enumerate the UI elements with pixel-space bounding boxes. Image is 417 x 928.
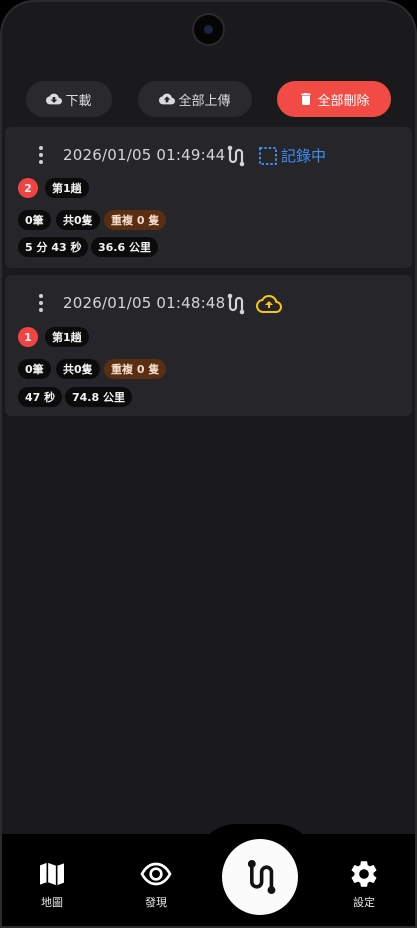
record-timestamp: 2026/01/05 01:49:44 xyxy=(63,146,226,164)
trash-icon xyxy=(301,93,312,105)
cloud-upload-icon xyxy=(159,93,176,105)
nav-item-map[interactable]: 地圖 xyxy=(22,858,82,910)
nav-label-settings: 設定 xyxy=(353,896,375,909)
index-badge: 2 xyxy=(18,178,38,198)
record-route-button[interactable] xyxy=(222,839,298,915)
duplicate-badge: 重複 0 隻 xyxy=(104,359,167,379)
recording-frame-icon xyxy=(259,146,277,165)
nav-item-settings[interactable]: 設定 xyxy=(334,858,394,910)
total-badge: 共0隻 xyxy=(56,210,100,230)
delete-all-label: 全部刪除 xyxy=(317,93,370,109)
gear-icon xyxy=(351,861,377,887)
nav-item-discover[interactable]: 發現 xyxy=(126,858,186,910)
cloud-download-icon xyxy=(46,93,63,105)
duration-badge: 5 分 43 秒 xyxy=(18,237,89,257)
download-label: 下載 xyxy=(65,93,92,109)
record-card[interactable]: 2026/01/05 01:49:44 記錄中 2 第1趟 0筆 共0隻 重複 … xyxy=(5,127,412,268)
upload-all-button[interactable]: 全部上傳 xyxy=(138,81,252,117)
trip-badge: 第1趟 xyxy=(45,178,89,198)
recording-status: 記錄中 xyxy=(258,145,326,166)
duration-badge: 47 秒 xyxy=(18,387,63,407)
cloud-upload-icon[interactable] xyxy=(256,292,282,316)
delete-all-button[interactable]: 全部刪除 xyxy=(277,81,391,117)
nav-label-map: 地圖 xyxy=(41,896,63,909)
upload-all-label: 全部上傳 xyxy=(178,93,231,109)
total-badge: 共0隻 xyxy=(56,359,100,379)
duplicate-badge: 重複 0 隻 xyxy=(104,210,167,230)
nav-label-discover: 發現 xyxy=(145,896,167,909)
route-icon[interactable] xyxy=(225,293,245,315)
distance-badge: 36.6 公里 xyxy=(91,237,158,257)
action-bar: 下載 全部上傳 全部刪除 xyxy=(0,81,417,119)
map-icon xyxy=(40,862,64,886)
download-button[interactable]: 下載 xyxy=(26,81,112,117)
status-label: 記錄中 xyxy=(281,147,327,165)
more-options-icon[interactable] xyxy=(35,294,47,314)
front-camera xyxy=(194,15,223,44)
record-timestamp: 2026/01/05 01:48:48 xyxy=(63,294,226,312)
eye-icon xyxy=(140,862,172,886)
count-badge: 0筆 xyxy=(18,359,51,379)
trip-badge: 第1趟 xyxy=(45,327,89,347)
app-screen: 下載 全部上傳 全部刪除 2026/01/05 01:49:44 記錄中 2 第… xyxy=(0,0,417,928)
route-icon xyxy=(247,859,276,895)
record-card[interactable]: 2026/01/05 01:48:48 1 第1趟 0筆 共0隻 重複 0 隻 … xyxy=(5,275,412,416)
count-badge: 0筆 xyxy=(18,210,51,230)
distance-badge: 74.8 公里 xyxy=(65,387,132,407)
route-icon[interactable] xyxy=(225,145,245,167)
index-badge: 1 xyxy=(18,327,38,347)
more-options-icon[interactable] xyxy=(35,146,47,166)
